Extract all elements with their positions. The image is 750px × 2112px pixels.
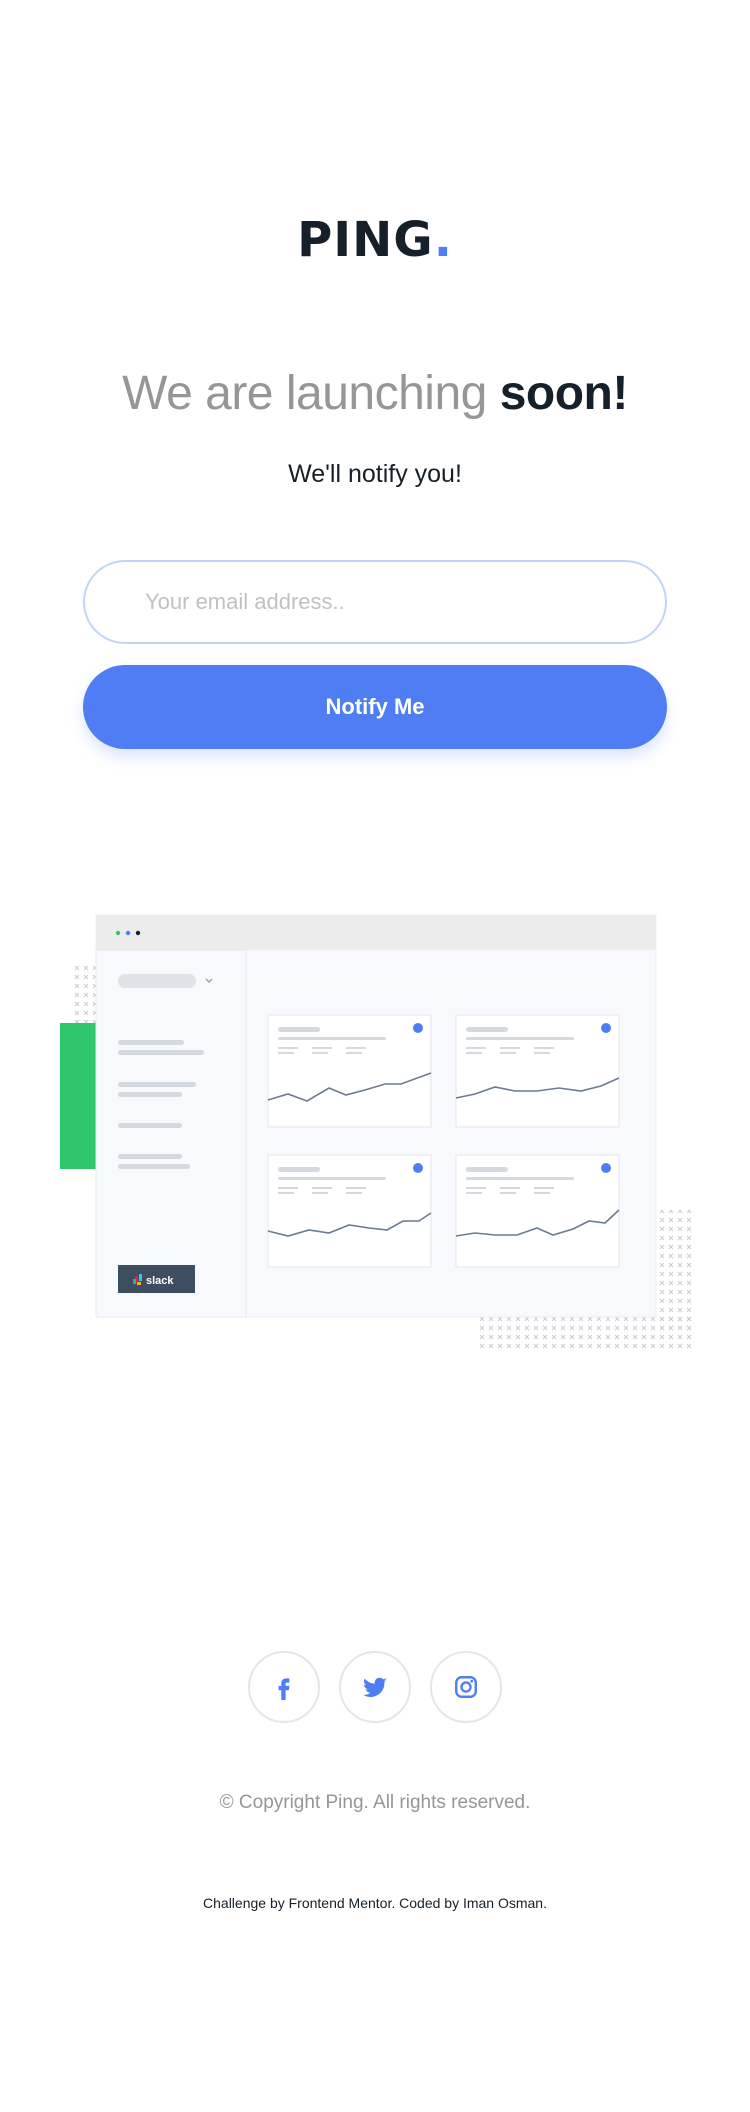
logo-dot: . bbox=[433, 212, 453, 268]
headline-bold: soon! bbox=[499, 367, 629, 420]
subtitle: We'll notify you! bbox=[288, 460, 462, 488]
window-titlebar bbox=[96, 915, 656, 950]
facebook-link[interactable] bbox=[248, 1651, 320, 1723]
window-dot-green bbox=[115, 930, 121, 936]
chart-card-3 bbox=[267, 1154, 432, 1268]
dot-grid-bottom bbox=[480, 1315, 695, 1350]
attribution-text: Challenge by Frontend Mentor. Coded by I… bbox=[203, 1895, 547, 1911]
headline-light: We are launching bbox=[122, 367, 487, 420]
twitter-link[interactable] bbox=[339, 1651, 411, 1723]
instagram-icon bbox=[455, 1676, 477, 1698]
sidebar bbox=[95, 949, 247, 1318]
chart-card-1 bbox=[267, 1014, 432, 1128]
social-links bbox=[248, 1651, 502, 1723]
page-title: We are launching soon! bbox=[0, 366, 750, 421]
copyright-text: © Copyright Ping. All rights reserved. bbox=[219, 1792, 531, 1813]
chart-card-2 bbox=[455, 1014, 620, 1128]
facebook-icon bbox=[278, 1678, 290, 1700]
window-dot-blue bbox=[125, 930, 131, 936]
logo-text: PING bbox=[297, 212, 434, 268]
chart-card-4 bbox=[455, 1154, 620, 1268]
instagram-link[interactable] bbox=[430, 1651, 502, 1723]
window-dot-dark bbox=[135, 930, 141, 936]
twitter-icon bbox=[363, 1677, 387, 1697]
logo: PING. bbox=[0, 212, 750, 268]
slack-label: slack bbox=[146, 1275, 174, 1287]
dashboard-illustration: slack bbox=[60, 914, 695, 1350]
notify-me-button[interactable]: Notify Me bbox=[83, 665, 667, 749]
email-field[interactable] bbox=[83, 560, 667, 644]
green-block bbox=[60, 1023, 98, 1169]
